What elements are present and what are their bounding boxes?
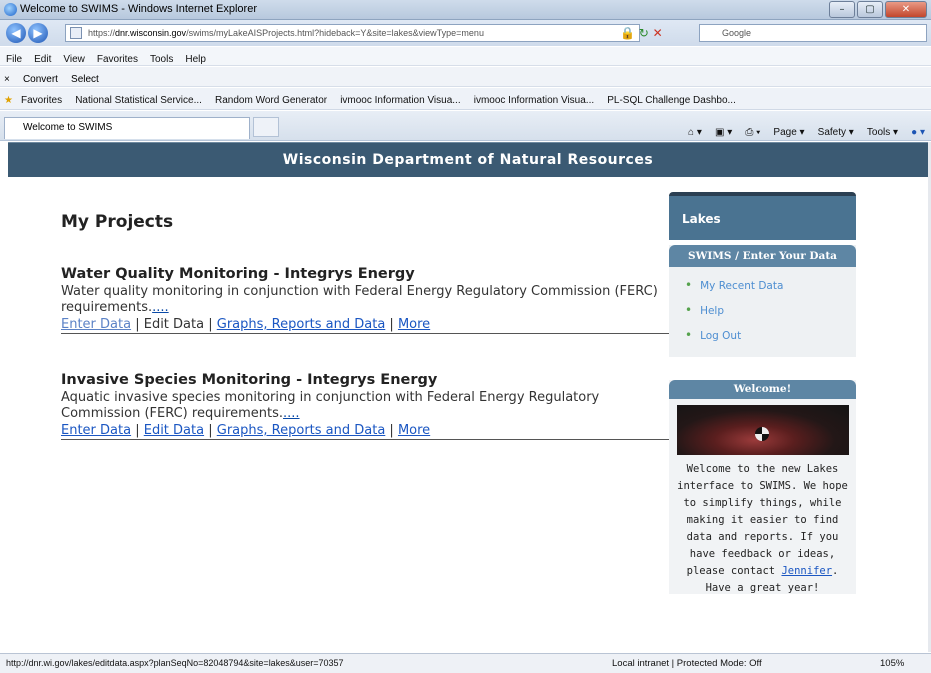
address-prefix: https://	[88, 28, 116, 38]
address-tools: 🔒 ↻ ✕	[620, 26, 663, 40]
safety-menu[interactable]: Safety ▾	[818, 127, 854, 138]
status-url: http://dnr.wi.gov/lakes/editdata.aspx?pl…	[6, 658, 344, 668]
maximize-button[interactable]: ▢	[857, 1, 883, 18]
ie-icon	[4, 3, 17, 16]
tab-bar: Welcome to SWIMS ⌂ ▾ ▣ ▾ ⎙ ▾ Page ▾ Safe…	[0, 111, 931, 141]
project-title: Water Quality Monitoring - Integrys Ener…	[61, 266, 415, 282]
page-icon	[70, 27, 82, 39]
menu-tools[interactable]: Tools	[144, 51, 179, 65]
lakes-title: Lakes	[682, 212, 721, 226]
lock-icon[interactable]: 🔒	[620, 26, 635, 40]
more-dots-link[interactable]: ....	[152, 300, 169, 315]
minimize-button[interactable]: –	[829, 1, 855, 18]
page-content: Wisconsin Department of Natural Resource…	[8, 142, 928, 652]
contact-jennifer-link[interactable]: Jennifer	[781, 565, 832, 577]
graphs-reports-link[interactable]: Graphs, Reports and Data	[217, 317, 386, 332]
project-card: Invasive Species Monitoring - Integrys E…	[61, 372, 671, 440]
favorite-item[interactable]: ivmooc Information Visua...	[470, 90, 598, 106]
my-recent-data-link[interactable]: My Recent Data	[685, 277, 856, 294]
welcome-text: Welcome to the new Lakes interface to SW…	[677, 463, 848, 594]
print-icon[interactable]: ⎙ ▾	[745, 127, 760, 138]
welcome-image	[676, 405, 849, 455]
welcome-panel: Welcome! Welcome to the new Lakes interf…	[669, 380, 856, 594]
home-icon[interactable]: ⌂ ▾	[688, 127, 702, 138]
swims-header: SWIMS / Enter Your Data	[669, 245, 856, 267]
menu-bar: File Edit View Favorites Tools Help	[0, 47, 931, 66]
convert-toolbar: × Convert Select	[0, 67, 931, 87]
project-card: Water Quality Monitoring - Integrys Ener…	[61, 266, 671, 334]
feeds-icon[interactable]: ▣ ▾	[715, 127, 732, 138]
search-input[interactable]: Google	[699, 24, 927, 42]
favorite-item[interactable]: ivmooc Information Visua...	[336, 90, 464, 106]
tab-welcome-to-swims[interactable]: Welcome to SWIMS	[4, 117, 250, 139]
address-input[interactable]: https://dnr.wisconsin.gov/swims/myLakeAI…	[65, 24, 640, 42]
banner-title: Wisconsin Department of Natural Resource…	[282, 152, 654, 168]
window-titlebar: Welcome to SWIMS - Windows Internet Expl…	[0, 0, 931, 20]
new-tab-button[interactable]	[253, 117, 279, 137]
lakes-header: Lakes	[669, 192, 856, 240]
back-button[interactable]: ◀	[6, 23, 26, 43]
address-toolbar: ◀ ▶ https://dnr.wisconsin.gov/swims/myLa…	[0, 20, 931, 46]
command-bar: ⌂ ▾ ▣ ▾ ⎙ ▾ Page ▾ Safety ▾ Tools ▾ ● ▾	[680, 120, 925, 139]
project-description: Aquatic invasive species monitoring in c…	[61, 390, 600, 421]
favorite-item[interactable]: Random Word Generator	[211, 90, 331, 106]
help-icon[interactable]: ● ▾	[911, 127, 925, 138]
close-button[interactable]: ✕	[885, 1, 927, 18]
more-link[interactable]: More	[398, 423, 430, 438]
favorites-bar: ★ Favorites National Statistical Service.…	[0, 88, 931, 110]
menu-file[interactable]: File	[0, 51, 28, 65]
favorites-star-icon: ★	[4, 95, 13, 106]
enter-data-link[interactable]: Enter Data	[61, 423, 131, 438]
security-zone: Local intranet | Protected Mode: Off	[612, 658, 762, 669]
more-link[interactable]: More	[398, 317, 430, 332]
favorite-item[interactable]: PL-SQL Challenge Dashbo...	[603, 90, 740, 106]
status-bar: http://dnr.wi.gov/lakes/editdata.aspx?pl…	[0, 653, 931, 673]
zoom-level[interactable]: 105%	[880, 658, 904, 669]
stop-icon[interactable]: ✕	[653, 26, 663, 40]
project-description: Water quality monitoring in conjunction …	[61, 284, 658, 315]
select-button[interactable]: Select	[67, 71, 103, 85]
menu-favorites[interactable]: Favorites	[91, 51, 144, 65]
window-title: Welcome to SWIMS - Windows Internet Expl…	[20, 3, 257, 15]
graphs-reports-link[interactable]: Graphs, Reports and Data	[217, 423, 386, 438]
edit-data-link[interactable]: Edit Data	[144, 317, 204, 332]
page-title: My Projects	[61, 212, 174, 232]
project-links: Enter Data | Edit Data | Graphs, Reports…	[61, 317, 431, 332]
menu-edit[interactable]: Edit	[28, 51, 57, 65]
favorite-item[interactable]: National Statistical Service...	[71, 90, 206, 106]
favorites-button[interactable]: Favorites	[17, 90, 66, 106]
forward-button[interactable]: ▶	[28, 23, 48, 43]
convert-button[interactable]: Convert	[19, 71, 62, 85]
welcome-header: Welcome!	[669, 380, 856, 399]
edit-data-link[interactable]: Edit Data	[144, 423, 204, 438]
page-menu[interactable]: Page ▾	[773, 127, 804, 138]
project-title: Invasive Species Monitoring - Integrys E…	[61, 372, 438, 388]
address-host: dnr.wisconsin.gov	[115, 28, 187, 38]
main-content: My Projects Water Quality Monitoring - I…	[61, 212, 671, 440]
more-dots-link[interactable]: ....	[283, 406, 300, 421]
menu-view[interactable]: View	[57, 51, 91, 65]
swims-panel: SWIMS / Enter Your Data My Recent Data H…	[669, 245, 856, 357]
site-banner: Wisconsin Department of Natural Resource…	[8, 142, 928, 177]
menu-help[interactable]: Help	[179, 51, 212, 65]
refresh-icon[interactable]: ↻	[639, 26, 649, 40]
project-links: Enter Data | Edit Data | Graphs, Reports…	[61, 423, 431, 438]
log-out-link[interactable]: Log Out	[685, 327, 856, 344]
help-link[interactable]: Help	[685, 302, 856, 319]
address-path: /swims/myLakeAISProjects.html?hideback=Y…	[186, 28, 484, 38]
enter-data-link[interactable]: Enter Data	[61, 317, 131, 332]
toolbar-close-icon[interactable]: ×	[0, 71, 14, 85]
tools-menu[interactable]: Tools ▾	[867, 127, 898, 138]
